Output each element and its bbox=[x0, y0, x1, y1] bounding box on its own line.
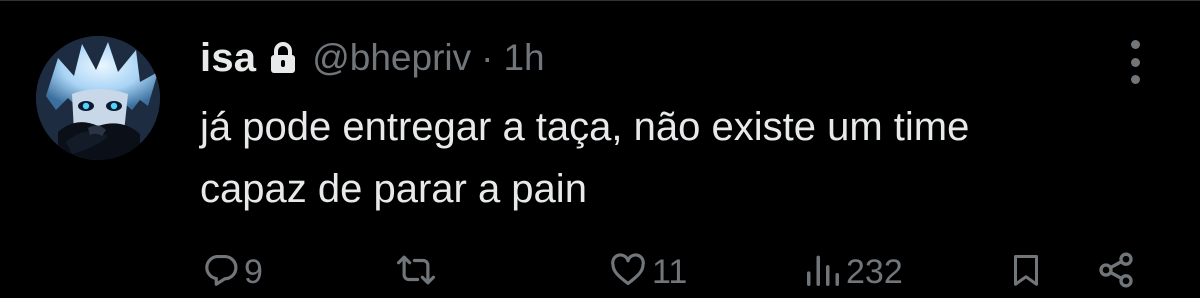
user-handle[interactable]: @bhepriv bbox=[312, 37, 471, 79]
like-count: 11 bbox=[652, 252, 688, 291]
action-bar: 9 11 232 bbox=[200, 246, 1160, 298]
retweet-button[interactable] bbox=[396, 246, 440, 298]
reply-icon bbox=[202, 251, 240, 294]
tweet-text-line: capaz de parar a pain bbox=[200, 167, 587, 211]
separator-dot: · bbox=[481, 37, 494, 78]
like-button[interactable]: 11 bbox=[608, 246, 687, 298]
user-display-name[interactable]: isa bbox=[200, 36, 256, 81]
more-vertical-icon[interactable] bbox=[1126, 40, 1144, 84]
tweet-text-line: já pode entregar a taça, não existe um t… bbox=[200, 105, 970, 149]
view-count: 232 bbox=[846, 252, 903, 291]
tweet-timestamp[interactable]: 1h bbox=[503, 37, 544, 79]
tweet-text: já pode entregar a taça, não existe um t… bbox=[200, 96, 1160, 220]
reply-button[interactable]: 9 bbox=[202, 246, 263, 298]
retweet-icon bbox=[396, 251, 436, 294]
top-divider bbox=[0, 0, 1200, 1]
views-icon bbox=[804, 251, 842, 294]
tweet-header: isa @bhepriv · 1h bbox=[200, 30, 545, 86]
share-button[interactable] bbox=[1096, 246, 1136, 298]
reply-count: 9 bbox=[244, 252, 263, 291]
share-icon bbox=[1096, 250, 1136, 295]
views-button[interactable]: 232 bbox=[804, 246, 903, 298]
lock-icon bbox=[270, 42, 296, 74]
bookmark-button[interactable] bbox=[1008, 246, 1044, 298]
bookmark-icon bbox=[1008, 250, 1044, 295]
heart-icon bbox=[608, 251, 648, 294]
avatar[interactable] bbox=[36, 36, 160, 160]
